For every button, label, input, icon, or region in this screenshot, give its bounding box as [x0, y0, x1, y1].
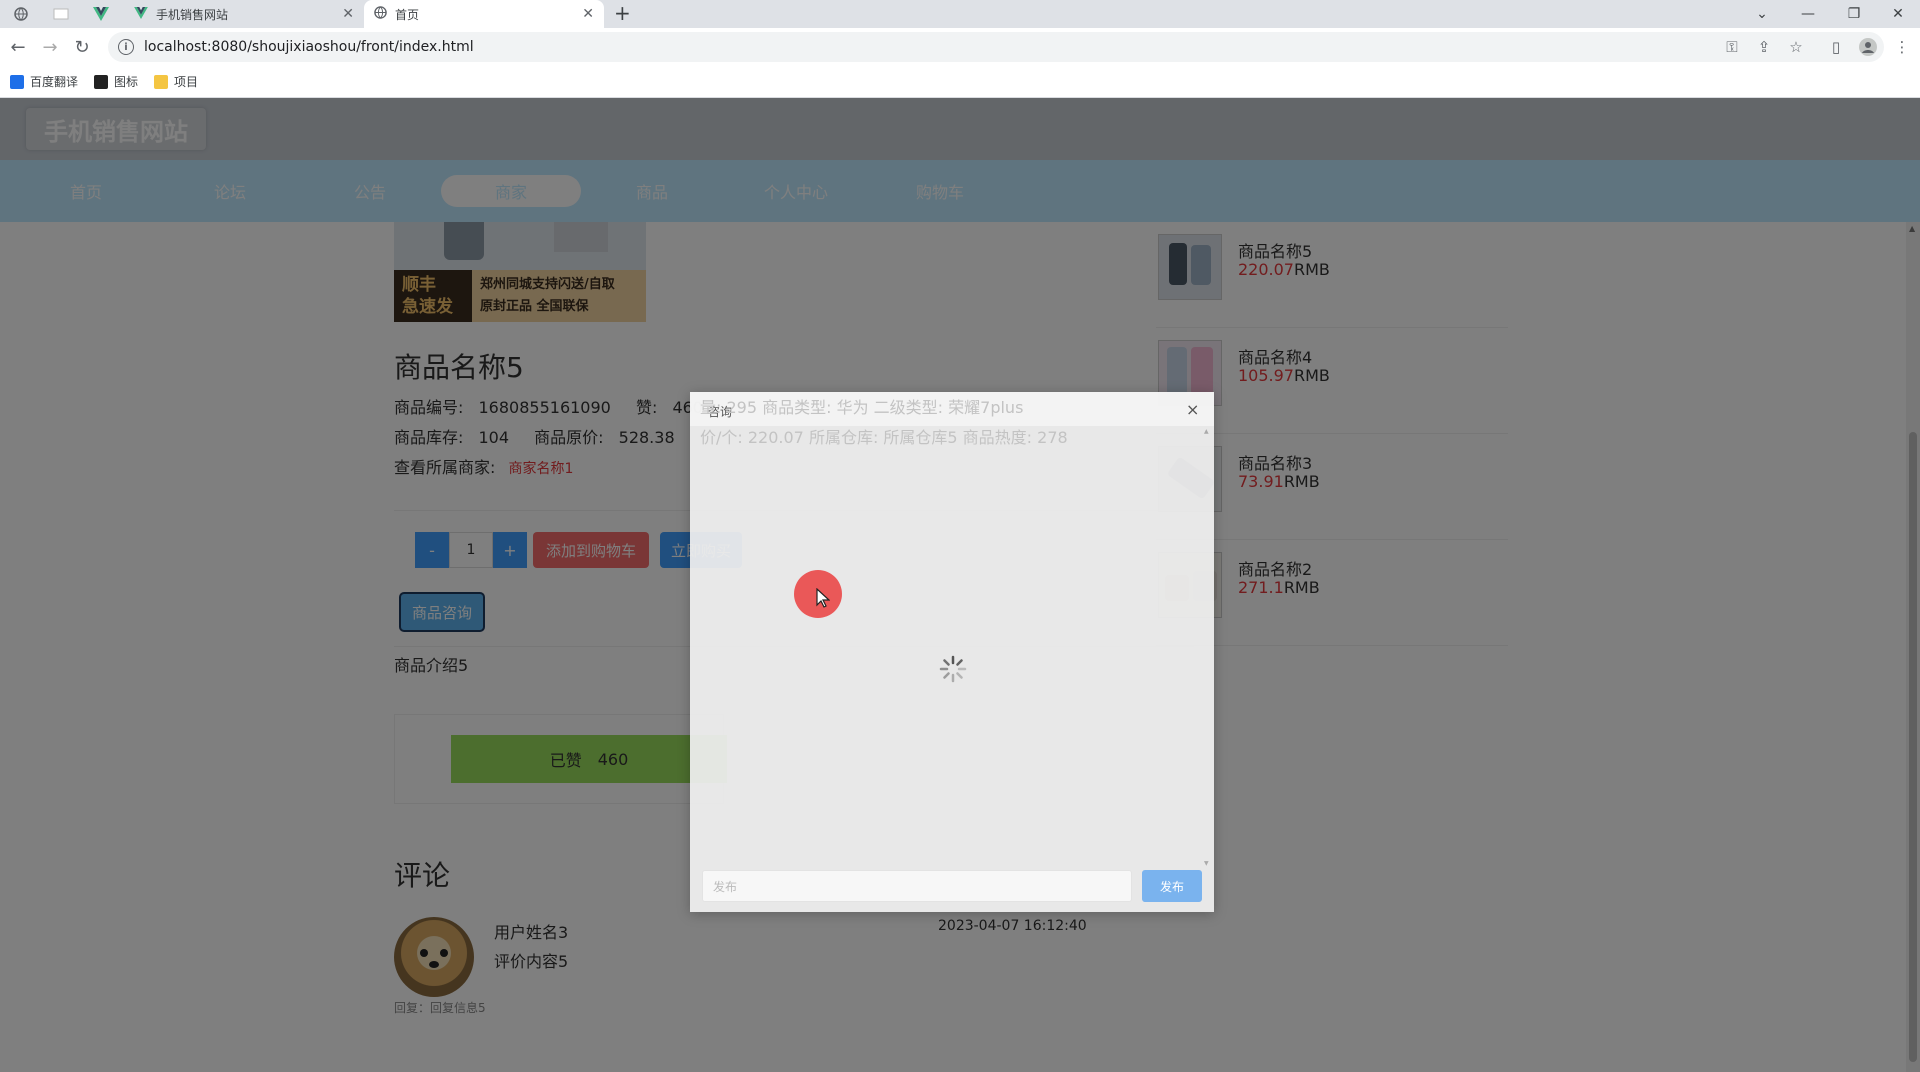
bookmark-label: 项目 [174, 75, 199, 89]
url-text: localhost:8080/shoujixiaoshou/front/inde… [144, 39, 474, 55]
reload-icon[interactable]: ↻ [70, 35, 94, 59]
minimize-button[interactable]: — [1786, 0, 1830, 28]
chevron-down-icon[interactable]: ⌄ [1740, 0, 1784, 28]
key-icon[interactable]: ⚿ [1722, 37, 1742, 57]
message-input[interactable]: 发布 [702, 870, 1132, 902]
star-icon[interactable]: ☆ [1786, 37, 1806, 57]
bookmark-label: 百度翻译 [30, 75, 79, 89]
bookmark-project[interactable]: 项目 [154, 73, 198, 90]
bookmarks-bar: 百度翻译 图标 项目 [0, 66, 1920, 98]
restore-button[interactable]: ❐ [1832, 0, 1876, 28]
side-panel-icon[interactable]: ▯ [1826, 37, 1846, 57]
web-page: 手机销售网站 首页 论坛 公告 商家 商品 个人中心 购物车 顺丰 急速发 郑州… [0, 98, 1920, 1072]
image-icon [94, 74, 109, 89]
close-icon[interactable]: ✕ [342, 6, 354, 22]
share-icon[interactable]: ⇪ [1754, 37, 1774, 57]
vue-icon[interactable] [86, 2, 116, 26]
ghost-info-line: 量: 295 商品类型: 华为 二级类型: 荣耀7plus [700, 398, 1024, 417]
url-field[interactable]: i localhost:8080/shoujixiaoshou/front/in… [108, 32, 1884, 62]
menu-dots-icon[interactable]: ⋮ [1892, 37, 1912, 57]
close-icon[interactable]: ✕ [582, 6, 594, 22]
bookmark-label: 图标 [114, 75, 139, 89]
forward-arrow-icon[interactable]: → [38, 35, 62, 59]
browser-tab-strip: 手机销售网站 ✕ 首页 ✕ + ⌄ — ❐ ✕ [0, 0, 1920, 28]
back-arrow-icon[interactable]: ← [6, 35, 30, 59]
scroll-down-icon[interactable]: ▼ [1204, 860, 1209, 867]
folder-icon [154, 74, 169, 89]
globe-icon[interactable] [6, 2, 36, 26]
loading-spinner-icon [938, 654, 968, 684]
profile-icon[interactable] [1858, 37, 1878, 57]
globe-icon [374, 6, 387, 22]
address-bar-row: ← → ↻ i localhost:8080/shoujixiaoshou/fr… [0, 28, 1920, 66]
tab-site[interactable]: 手机销售网站 ✕ [124, 0, 364, 28]
send-button[interactable]: 发布 [1142, 870, 1202, 902]
info-icon[interactable]: i [118, 39, 134, 55]
vue-icon [134, 6, 148, 22]
bookmark-icons[interactable]: 图标 [94, 73, 138, 90]
translate-icon [10, 74, 24, 89]
blank-tab-icon[interactable] [46, 2, 76, 26]
consult-dialog: 咨询 × 量: 295 商品类型: 华为 二级类型: 荣耀7plus 价/个: … [690, 392, 1214, 912]
bookmark-translate[interactable]: 百度翻译 [10, 73, 78, 90]
close-window-button[interactable]: ✕ [1876, 0, 1920, 28]
ghost-info-line: 价/个: 220.07 所属仓库: 所属仓库5 商品热度: 278 [700, 428, 1068, 447]
tab-title: 手机销售网站 [156, 7, 229, 22]
close-icon[interactable]: × [1186, 400, 1199, 419]
tab-home[interactable]: 首页 ✕ [364, 0, 604, 28]
tab-title: 首页 [395, 7, 420, 22]
dialog-scrollbar[interactable]: ▲ ▼ [1204, 428, 1210, 868]
new-tab-button[interactable]: + [614, 1, 631, 25]
mouse-cursor-icon [816, 587, 831, 613]
scroll-up-icon[interactable]: ▲ [1204, 428, 1209, 435]
